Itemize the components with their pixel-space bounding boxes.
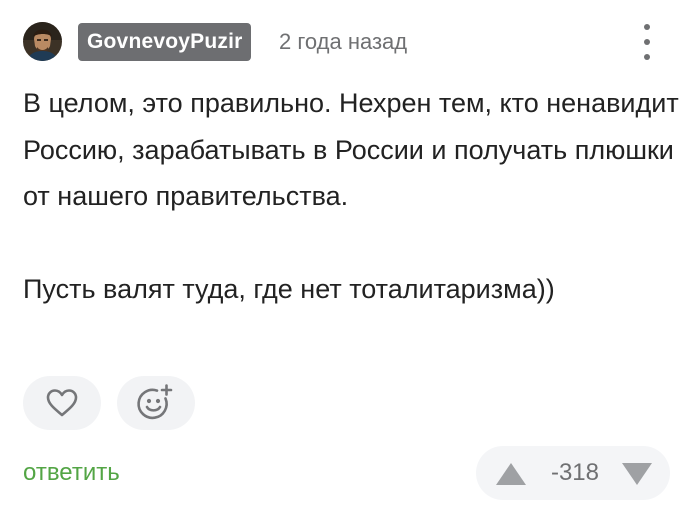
- rating-panel: -318: [476, 446, 670, 500]
- add-emoji-icon: [137, 384, 173, 420]
- more-dot-icon: [644, 54, 650, 60]
- more-dot-icon: [644, 24, 650, 30]
- comment-body: В целом, это правильно. Нехрен тем, кто …: [23, 80, 683, 313]
- reply-link[interactable]: ответить: [23, 456, 120, 490]
- triangle-up-icon[interactable]: [494, 461, 528, 487]
- comment-timestamp: 2 года назад: [279, 29, 408, 54]
- avatar[interactable]: [23, 22, 62, 61]
- rating-value: -318: [550, 459, 600, 486]
- username-badge[interactable]: GovnevoyPuzir: [78, 23, 252, 61]
- user-avatar-image: [23, 22, 62, 61]
- triangle-down-icon[interactable]: [620, 461, 654, 487]
- more-options-button[interactable]: [634, 24, 660, 60]
- comment-paragraph: Пусть валят туда, где нет тоталитаризма)…: [23, 274, 555, 304]
- add-reaction-button[interactable]: [117, 376, 195, 430]
- more-dot-icon: [644, 39, 650, 45]
- heart-icon: [46, 389, 78, 417]
- comment-paragraph: В целом, это правильно. Нехрен тем, кто …: [23, 88, 679, 211]
- like-button[interactable]: [23, 376, 101, 430]
